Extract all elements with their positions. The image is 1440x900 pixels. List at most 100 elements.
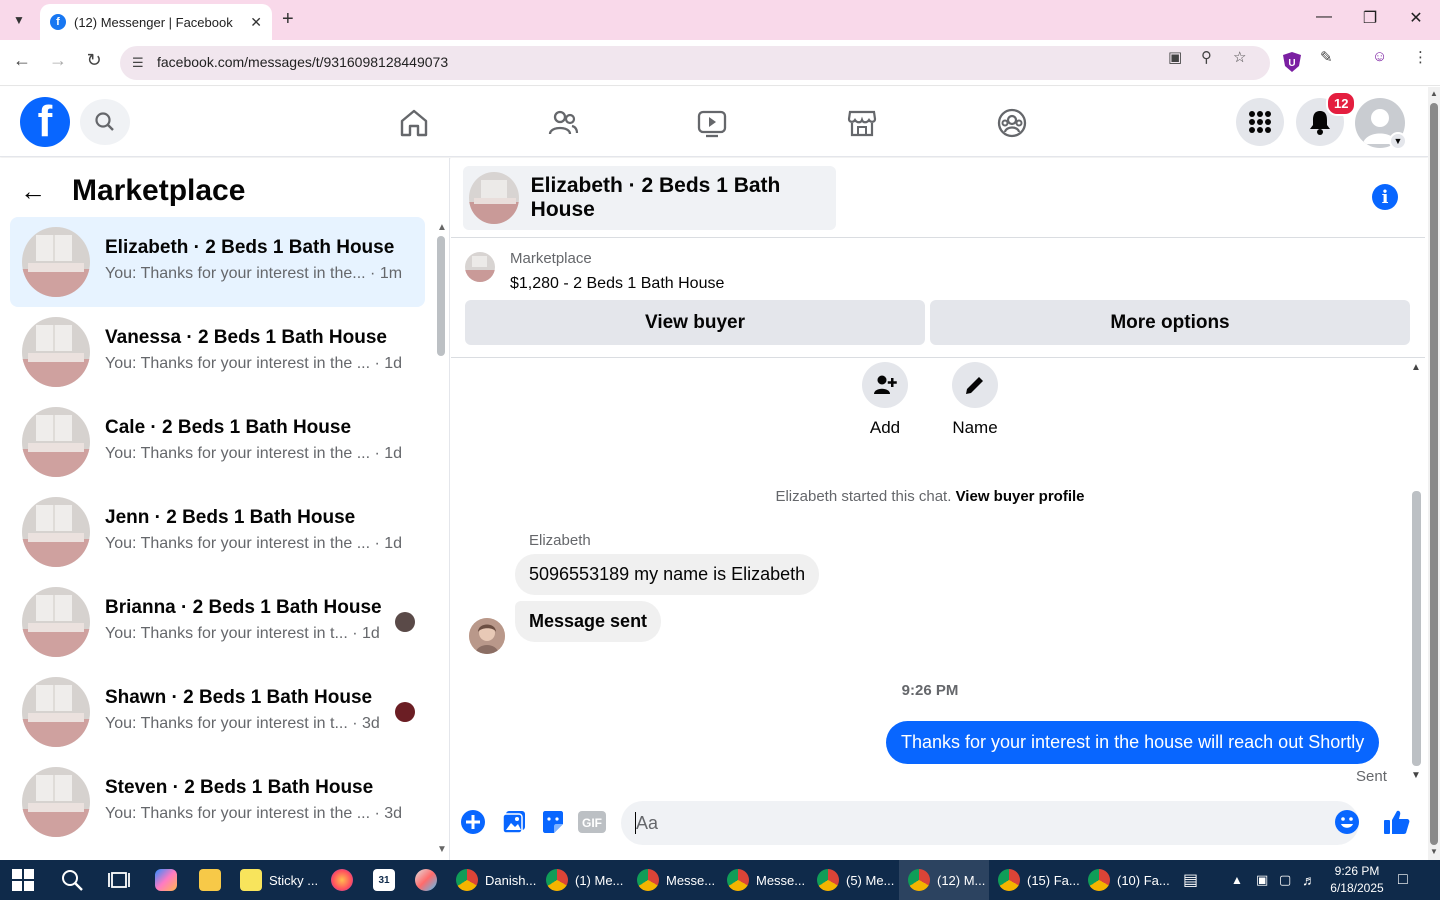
news-widget-icon[interactable]: ▤: [1183, 860, 1198, 900]
start-windows-icon[interactable]: [12, 860, 34, 900]
firefox-icon[interactable]: [331, 860, 360, 900]
url-text: facebook.com/messages/t/9316098128449073: [157, 54, 449, 70]
taskbar-app-chrome[interactable]: Danish...: [456, 860, 536, 900]
new-tab-icon[interactable]: +: [282, 8, 294, 31]
account-chevron-down-icon[interactable]: ▼: [1389, 132, 1407, 150]
info-icon[interactable]: i: [1372, 184, 1398, 210]
incoming-message[interactable]: Message sent: [515, 601, 662, 642]
scroll-up-arrow-icon[interactable]: ▲: [1411, 362, 1421, 373]
scroll-up-arrow-icon[interactable]: ▲: [437, 222, 447, 233]
listing-thumbnail: [22, 407, 90, 477]
facebook-logo-icon[interactable]: f: [20, 97, 70, 147]
task-view-icon[interactable]: [108, 860, 130, 900]
message-input[interactable]: Aa: [621, 801, 1359, 845]
page-scrollbar-thumb[interactable]: [1430, 103, 1438, 845]
back-icon[interactable]: ←: [9, 50, 35, 71]
gif-icon[interactable]: GIF: [578, 808, 606, 836]
view-buyer-profile-link[interactable]: View buyer profile: [956, 488, 1085, 505]
browser-menu-icon[interactable]: ⋮: [1413, 48, 1428, 66]
chrome-icon: [998, 869, 1020, 891]
page-scrollbar[interactable]: ▲ ▼: [1428, 87, 1440, 860]
taskbar-app-sticky-notes[interactable]: Sticky ...: [240, 860, 318, 900]
conversation-item[interactable]: Steven · 2 Beds 1 Bath House You: Thanks …: [10, 757, 425, 847]
incoming-message[interactable]: 5096553189 my name is Elizabeth: [515, 554, 820, 595]
taskbar-app-chrome[interactable]: (15) Fa...: [998, 860, 1080, 900]
notification-center-icon[interactable]: □: [1398, 860, 1408, 900]
scroll-up-arrow-icon[interactable]: ▲: [1430, 89, 1438, 98]
taskbar-app-chrome[interactable]: (5) Me...: [817, 860, 894, 900]
scroll-down-arrow-icon[interactable]: ▼: [437, 844, 447, 855]
emoji-icon[interactable]: [1334, 809, 1360, 835]
listing-price[interactable]: $1,280 - 2 Beds 1 Bath House: [510, 275, 724, 293]
facebook-header: f 12 ▼: [0, 87, 1428, 157]
address-bar[interactable]: ☰ facebook.com/messages/t/93160981284490…: [120, 46, 1270, 80]
window-close-icon[interactable]: ✕: [1401, 8, 1431, 28]
extensions-icon[interactable]: ✎: [1320, 48, 1333, 66]
taskbar-app-chrome[interactable]: Messe...: [727, 860, 805, 900]
conversation-header[interactable]: Elizabeth · 2 Beds 1 Bath House: [463, 166, 836, 230]
conversation-item[interactable]: Brianna · 2 Beds 1 Bath House You: Thanks…: [10, 577, 425, 667]
add-people-action[interactable]: Add: [850, 362, 920, 438]
network-icon[interactable]: ▢: [1279, 860, 1291, 900]
show-hidden-icons-chevron-icon[interactable]: ▲: [1231, 860, 1243, 900]
sender-avatar[interactable]: [469, 618, 505, 654]
zoom-icon[interactable]: ⚲: [1201, 48, 1212, 66]
conversation-item[interactable]: Vanessa · 2 Beds 1 Bath House You: Thanks…: [10, 307, 425, 397]
install-app-icon[interactable]: ▣: [1168, 48, 1182, 66]
taskbar-app-chrome-active[interactable]: (12) M...: [899, 860, 989, 900]
friends-nav-icon[interactable]: [545, 105, 581, 141]
taskbar-app-chrome[interactable]: (1) Me...: [546, 860, 623, 900]
groups-nav-icon[interactable]: [994, 105, 1030, 141]
bookmark-star-icon[interactable]: ☆: [1233, 48, 1246, 66]
conversation-scrollbar[interactable]: [1412, 491, 1421, 766]
name-action[interactable]: Name: [940, 362, 1010, 438]
taskbar-search-icon[interactable]: [60, 860, 84, 900]
calendar-app-icon[interactable]: 31: [373, 860, 402, 900]
meet-now-icon[interactable]: ▣: [1256, 860, 1268, 900]
browser-tab-strip: ▼ f (12) Messenger | Facebook ✕ + — ❐ ✕: [0, 0, 1440, 40]
taskbar-app-chrome[interactable]: Messe...: [637, 860, 715, 900]
copilot-icon[interactable]: [155, 860, 184, 900]
ublock-extension-icon[interactable]: U: [1283, 52, 1301, 72]
like-thumb-icon[interactable]: [1383, 808, 1411, 836]
system-clock[interactable]: 9:26 PM 6/18/2025: [1318, 863, 1396, 897]
conversation-item[interactable]: Shawn · 2 Beds 1 Bath House You: Thanks f…: [10, 667, 425, 757]
marketplace-nav-icon[interactable]: [844, 105, 880, 141]
back-arrow-icon[interactable]: ←: [20, 176, 46, 207]
more-options-button[interactable]: More options: [930, 300, 1410, 345]
sticker-icon[interactable]: [539, 808, 567, 836]
search-button[interactable]: [80, 99, 130, 145]
chrome-icon: [1088, 869, 1110, 891]
more-actions-icon[interactable]: [459, 808, 487, 836]
site-info-icon[interactable]: ☰: [132, 55, 144, 71]
tab-search-icon[interactable]: ▼: [8, 10, 30, 30]
tab-close-icon[interactable]: ✕: [250, 14, 262, 31]
menu-grid-button[interactable]: [1236, 98, 1284, 146]
conversation-item[interactable]: Cale · 2 Beds 1 Bath House You: Thanks fo…: [10, 397, 425, 487]
home-nav-icon[interactable]: [396, 105, 432, 141]
browser-toolbar: ← → ↻ ☰ facebook.com/messages/t/93160981…: [0, 40, 1440, 86]
left-scrollbar[interactable]: [437, 236, 445, 356]
add-person-icon: [874, 375, 897, 394]
reload-icon[interactable]: ↻: [81, 50, 107, 71]
forward-icon[interactable]: →: [45, 50, 71, 71]
profile-icon[interactable]: ☺: [1372, 48, 1387, 65]
browser-tab[interactable]: f (12) Messenger | Facebook ✕: [40, 4, 272, 40]
conversation-item[interactable]: Jenn · 2 Beds 1 Bath House You: Thanks fo…: [10, 487, 425, 577]
outgoing-message[interactable]: Thanks for your interest in the house wi…: [886, 721, 1380, 764]
restore-icon[interactable]: ❐: [1355, 8, 1385, 28]
volume-icon[interactable]: ♬: [1302, 860, 1316, 900]
taskbar-app-label: Messe...: [666, 872, 716, 888]
video-nav-icon[interactable]: [694, 105, 730, 141]
scroll-down-arrow-icon[interactable]: ▼: [1411, 770, 1421, 781]
view-buyer-button[interactable]: View buyer: [465, 300, 925, 345]
snippet-time: · 1d: [374, 355, 403, 372]
file-explorer-icon[interactable]: [199, 860, 228, 900]
conversation-item[interactable]: Elizabeth · 2 Beds 1 Bath House You: Than…: [10, 217, 425, 307]
minimize-icon[interactable]: —: [1309, 8, 1339, 26]
taskbar-app-label: Messe...: [756, 872, 806, 888]
scroll-down-arrow-icon[interactable]: ▼: [1430, 847, 1438, 856]
attach-photo-icon[interactable]: [500, 808, 528, 836]
paint-app-icon[interactable]: [415, 860, 444, 900]
taskbar-app-chrome[interactable]: (10) Fa...: [1088, 860, 1170, 900]
